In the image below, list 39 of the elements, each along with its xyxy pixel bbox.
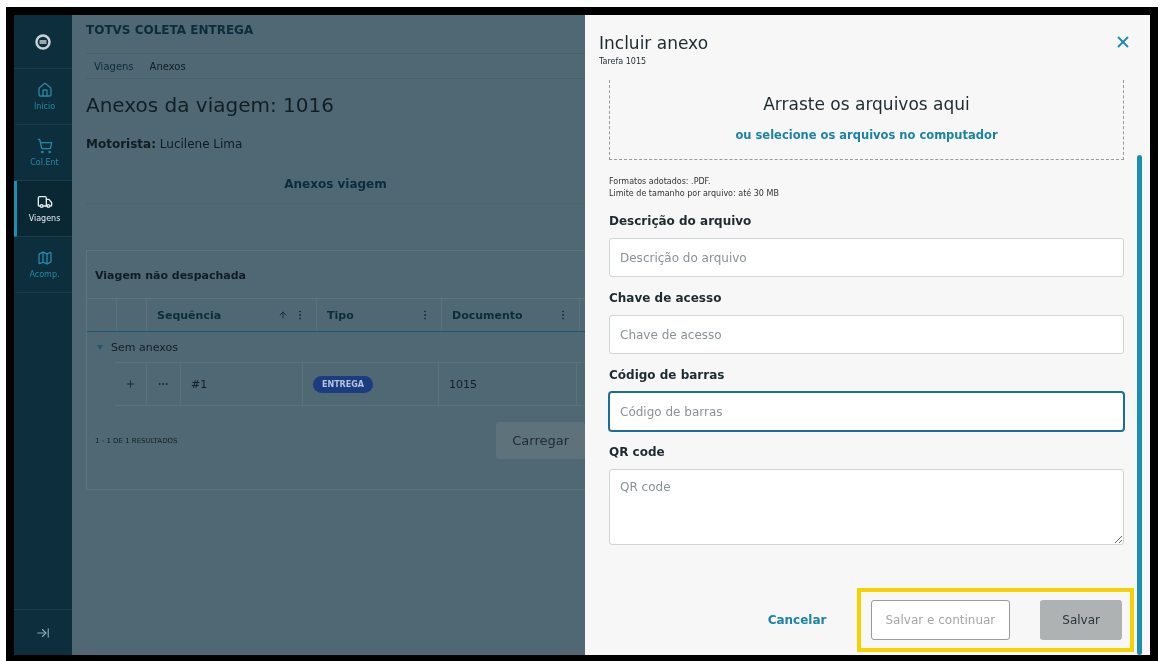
field-label: Descrição do arquivo: [609, 214, 753, 228]
driver-name: Motorista: Lucilene Lima: [86, 137, 244, 151]
home-icon: [36, 82, 53, 98]
breadcrumb-link[interactable]: Viagens: [94, 60, 134, 72]
column-header[interactable]: Sequência: [157, 308, 272, 322]
select-files-link[interactable]: ou selecione os arquivos no computador: [735, 127, 998, 142]
info-text: Formatos adotados: .PDF.: [609, 176, 712, 188]
scrollbar[interactable]: [1137, 155, 1142, 655]
field-label: Código de barras: [609, 368, 726, 382]
sidebar-item[interactable]: Viagens: [14, 181, 72, 237]
dropzone-title: Arraste os arquivos aqui: [763, 93, 970, 114]
breadcrumb-link[interactable]: Anexos: [149, 60, 186, 72]
truck-icon: [36, 194, 53, 210]
table-cell: 1015: [449, 377, 477, 391]
type-tag: ENTREGA: [313, 375, 373, 393]
column-header[interactable]: Tipo: [327, 308, 413, 322]
page-heading: Anexos da viagem: 1016: [86, 93, 335, 117]
expand-menu-icon[interactable]: [36, 625, 50, 640]
group-label: Sem anexos: [111, 340, 178, 354]
input-field[interactable]: Código de barras: [609, 392, 1124, 431]
drawer-title: Incluir anexo: [599, 33, 709, 53]
add-icon[interactable]: [125, 378, 136, 390]
load-more-button[interactable]: Carregar: [496, 422, 585, 459]
expand-caret-icon[interactable]: [97, 344, 103, 350]
cart-icon: [36, 138, 53, 154]
logo-icon: [35, 33, 51, 50]
app-title: TOTVS COLETA ENTREGA: [86, 23, 255, 39]
card-title: Viagem não despachada: [94, 268, 248, 284]
map-icon: [36, 250, 53, 266]
field-label: Chave de acesso: [609, 291, 723, 305]
text-area[interactable]: QR code: [609, 469, 1124, 545]
field-label: QR code: [609, 445, 666, 459]
table-cell: #1: [191, 377, 208, 391]
file-dropzone[interactable]: Arraste os arquivos aqui ou selecione os arquivos no computador: [609, 80, 1124, 160]
cancel-link[interactable]: Cancelar: [753, 600, 841, 640]
tab[interactable]: Anexos viagem: [284, 177, 387, 191]
drawer-subtitle: Tarefa 1015: [599, 57, 648, 66]
info-text: Limite de tamanho por arquivo: até 30 MB: [609, 188, 780, 200]
column-header[interactable]: Documento: [452, 308, 551, 322]
